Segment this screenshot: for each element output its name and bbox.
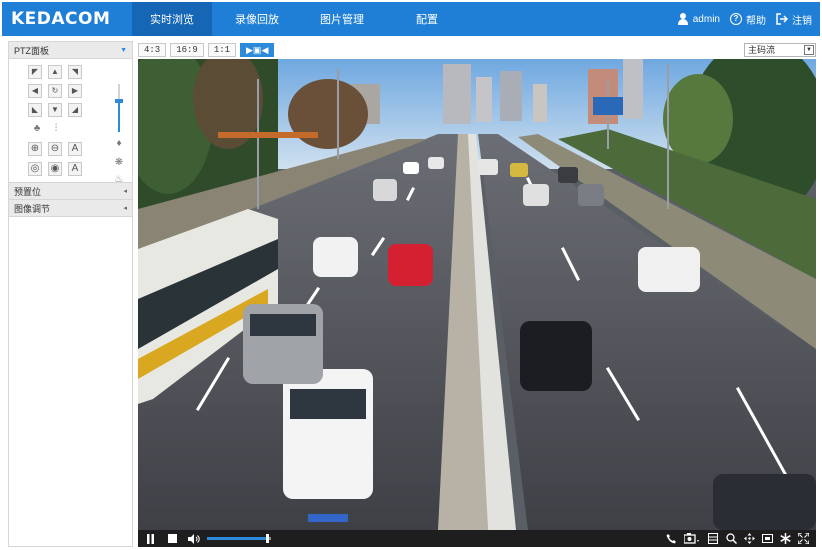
ratio-16-9-button[interactable]: 16:9 <box>170 42 204 57</box>
user-area: admin ? 帮助 注销 <box>677 12 820 27</box>
digital-zoom-button[interactable] <box>722 530 740 547</box>
phone-icon <box>666 534 676 544</box>
chevron-down-icon: ▼ <box>120 46 127 54</box>
image-adjust-panel-header[interactable]: 图像调节 ◂ <box>9 200 132 217</box>
move-icon <box>743 533 755 544</box>
area-icon <box>761 534 773 543</box>
defog-icon[interactable]: ❋ <box>113 157 125 169</box>
video-tools <box>662 530 816 547</box>
ptz-control-pad: ◤ ▲ ◥ ◀ ↻ ▶ ◣ ▼ ◢ ♣ ⫶ ⊕ ⊖ A ◎ ◉ A ♦ ❋ ♨ <box>9 59 132 186</box>
heater-icon[interactable]: ♨ <box>113 174 125 186</box>
stream-select[interactable]: 主码流 ▼ <box>744 42 816 57</box>
image-adjust-panel-title: 图像调节 <box>14 203 51 214</box>
tab-live-view[interactable]: 实时浏览 <box>132 2 212 36</box>
bulb-icon[interactable]: ♦ <box>113 138 125 150</box>
chevron-down-icon: ▼ <box>804 44 814 55</box>
ptz-panel-header[interactable]: PTZ面板 ▼ <box>9 42 132 59</box>
traffic-camera-feed <box>138 59 816 530</box>
ptz-locate-button[interactable] <box>740 530 758 547</box>
volume-level <box>207 537 268 540</box>
camera-icon <box>684 533 699 544</box>
fit-window-button[interactable]: ▶▣◀ <box>240 42 275 57</box>
video-control-bar <box>138 530 816 547</box>
user-icon <box>677 13 689 25</box>
volume-icon <box>188 533 200 544</box>
ptz-up-right-button[interactable]: ◥ <box>68 65 82 79</box>
logout-label: 注销 <box>792 15 812 27</box>
film-icon <box>708 533 718 544</box>
chevron-left-icon: ◂ <box>123 205 127 212</box>
tab-configuration[interactable]: 配置 <box>387 2 467 36</box>
focus-far-button[interactable]: A <box>68 162 82 176</box>
logout-icon <box>776 13 788 25</box>
snapshot-button[interactable] <box>680 530 704 547</box>
focus-near-button[interactable]: A <box>68 142 82 156</box>
chevron-left-icon: ◂ <box>123 188 127 195</box>
user-menu[interactable]: admin <box>677 13 720 25</box>
top-navigation-bar: KEDACOM 实时浏览 录像回放 图片管理 配置 admin ? 帮助 注销 <box>2 2 820 36</box>
ptz-left-button[interactable]: ◀ <box>28 84 42 98</box>
ptz-up-left-button[interactable]: ◤ <box>28 65 42 79</box>
stop-icon <box>167 534 177 543</box>
stop-button[interactable] <box>163 530 181 547</box>
wiper-icon[interactable]: ♣ <box>31 123 43 135</box>
tab-playback[interactable]: 录像回放 <box>217 2 297 36</box>
stream-select-value: 主码流 <box>748 45 776 55</box>
preset-panel-title: 预置位 <box>14 186 42 197</box>
record-button[interactable] <box>704 530 722 547</box>
iris-open-button[interactable]: ◎ <box>28 162 42 176</box>
ptz-down-right-button[interactable]: ◢ <box>68 103 82 117</box>
light-icon[interactable]: ⫶ <box>50 123 62 135</box>
ptz-right-button[interactable]: ▶ <box>68 84 82 98</box>
username: admin <box>692 13 720 25</box>
ptz-down-left-button[interactable]: ◣ <box>28 103 42 117</box>
left-sidebar: PTZ面板 ▼ ◤ ▲ ◥ ◀ ↻ ▶ ◣ ▼ ◢ ♣ ⫶ ⊕ ⊖ A ◎ ◉ … <box>8 41 133 547</box>
logout-button[interactable]: 注销 <box>776 12 812 27</box>
kedacom-logo: KEDACOM <box>11 9 111 29</box>
zoom-icon <box>725 533 737 544</box>
tab-picture-management[interactable]: 图片管理 <box>302 2 382 36</box>
pause-icon <box>146 533 154 544</box>
ptz-auto-scan-button[interactable]: ↻ <box>48 84 62 98</box>
pause-button[interactable] <box>141 530 159 547</box>
zoom-out-button[interactable]: ⊖ <box>48 142 62 156</box>
area-select-button[interactable] <box>758 530 776 547</box>
volume-slider[interactable] <box>207 534 271 543</box>
ptz-down-button[interactable]: ▼ <box>48 103 62 117</box>
video-toolbar: 4:3 16:9 1:1 ▶▣◀ 主码流 ▼ <box>138 41 816 58</box>
ptz-speed-fill <box>118 103 120 132</box>
fullscreen-icon <box>797 533 809 544</box>
ratio-1-1-button[interactable]: 1:1 <box>207 42 237 57</box>
ptz-up-button[interactable]: ▲ <box>48 65 62 79</box>
voice-call-button[interactable] <box>662 530 680 547</box>
live-video-view[interactable] <box>138 59 816 530</box>
iris-close-button[interactable]: ◉ <box>48 162 62 176</box>
help-button[interactable]: ? 帮助 <box>730 12 766 27</box>
zoom-in-button[interactable]: ⊕ <box>28 142 42 156</box>
volume-button[interactable] <box>185 530 203 547</box>
ratio-4-3-button[interactable]: 4:3 <box>138 42 167 57</box>
ptz-speed-handle[interactable] <box>115 99 123 103</box>
help-label: 帮助 <box>746 15 766 27</box>
stabilize-button[interactable] <box>776 530 794 547</box>
fullscreen-button[interactable] <box>794 530 812 547</box>
help-icon: ? <box>730 13 742 25</box>
asterisk-icon <box>779 533 791 544</box>
volume-handle[interactable] <box>265 534 269 543</box>
ptz-panel-title: PTZ面板 <box>14 45 49 56</box>
